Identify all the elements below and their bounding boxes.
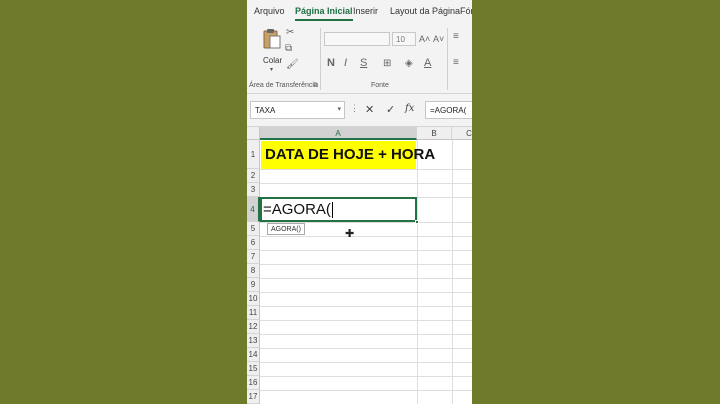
chevron-down-icon: ▾ (270, 67, 274, 73)
select-all-corner[interactable] (247, 127, 260, 140)
borders-icon[interactable]: ⊞ (383, 59, 391, 69)
row-header[interactable]: 12 (247, 320, 260, 334)
tab-arquivo[interactable]: Arquivo (254, 6, 285, 16)
font-family-box[interactable] (324, 32, 390, 46)
align-left-icon[interactable]: ≡ (453, 58, 459, 68)
paste-button[interactable]: Colar ▾ (259, 28, 285, 73)
formula-bar: TAXA ▾ ⋮ ✕ ✓ fx =AGORA( (247, 94, 472, 127)
enter-button[interactable]: ✓ (386, 103, 395, 116)
row-header[interactable]: 3 (247, 183, 260, 197)
insert-function-button[interactable]: fx (405, 103, 414, 114)
gridline (260, 348, 472, 349)
row-header[interactable]: 15 (247, 362, 260, 376)
row-header[interactable]: 17 (247, 390, 260, 404)
gridline (260, 376, 472, 377)
column-header-a[interactable]: A (260, 127, 417, 140)
row-header[interactable]: 7 (247, 250, 260, 264)
gridline (260, 278, 472, 279)
gridline (260, 169, 472, 170)
tab-formulas[interactable]: Fór (460, 6, 472, 16)
gridline (260, 320, 472, 321)
excel-window: Arquivo Página Inicial Inserir Layout da… (247, 0, 472, 404)
gridline (260, 390, 472, 391)
ribbon-separator (447, 28, 448, 90)
ribbon-separator (320, 28, 321, 90)
ribbon: Colar ▾ ✂ ⧉ 🖌 Área de Transferência ⧉ 10… (247, 24, 472, 94)
gridline (417, 140, 418, 404)
column-header-c[interactable]: C (452, 127, 472, 140)
font-group-label: Fonte (371, 82, 389, 89)
gridline (260, 236, 472, 237)
formula-input[interactable]: =AGORA( (425, 101, 472, 119)
gridline (260, 264, 472, 265)
fill-handle[interactable] (415, 220, 419, 224)
row-header[interactable]: 16 (247, 376, 260, 390)
row-header[interactable]: 13 (247, 334, 260, 348)
chevron-down-icon[interactable]: ▾ (337, 105, 341, 113)
row-header[interactable]: 9 (247, 278, 260, 292)
tab-layout-da-pagina[interactable]: Layout da Página (390, 6, 460, 16)
gridline (452, 140, 453, 404)
row-header[interactable]: 11 (247, 306, 260, 320)
clipboard-dialog-launcher-icon[interactable]: ⧉ (313, 82, 318, 90)
increase-font-icon[interactable]: A˄ (419, 34, 430, 44)
underline-icon[interactable]: S (360, 58, 367, 69)
gridline (260, 362, 472, 363)
row-header[interactable]: 6 (247, 236, 260, 250)
gridline (260, 334, 472, 335)
cell-a4-editing[interactable]: =AGORA( (260, 197, 417, 222)
tab-inserir[interactable]: Inserir (353, 6, 378, 16)
row-header[interactable]: 2 (247, 169, 260, 183)
row-header[interactable]: 14 (247, 348, 260, 362)
clipboard-group-label: Área de Transferência (249, 82, 318, 89)
name-box-value: TAXA (255, 106, 276, 115)
decrease-font-icon[interactable]: A˅ (433, 34, 444, 44)
function-autocomplete-tooltip[interactable]: AGORA() (267, 223, 305, 235)
cut-icon[interactable]: ✂ (286, 28, 294, 38)
bold-icon[interactable]: N (327, 58, 335, 69)
row-header[interactable]: 1 (247, 140, 260, 169)
cell-a4-formula: =AGORA( (263, 201, 331, 218)
cancel-button[interactable]: ✕ (365, 103, 374, 116)
ribbon-tabs: Arquivo Página Inicial Inserir Layout da… (247, 0, 472, 24)
crosshair-cursor-icon: ✚ (345, 228, 355, 240)
align-top-icon[interactable]: ≡ (453, 32, 459, 42)
name-box[interactable]: TAXA ▾ (250, 101, 345, 119)
gridline (260, 306, 472, 307)
spreadsheet-grid: A B C 1 2 3 4 5 6 7 8 9 10 11 12 13 14 1… (247, 127, 472, 404)
text-cursor (331, 202, 333, 219)
font-size-box[interactable]: 10 (392, 32, 416, 46)
tab-pagina-inicial[interactable]: Página Inicial (295, 6, 353, 21)
gridline (260, 250, 472, 251)
italic-icon[interactable]: I (344, 58, 347, 69)
more-options-icon[interactable]: ⋮ (350, 103, 359, 114)
cell-a1-title[interactable]: DATA DE HOJE + HORA (261, 141, 435, 169)
column-header-b[interactable]: B (417, 127, 452, 140)
row-header[interactable]: 8 (247, 264, 260, 278)
row-header[interactable]: 4 (247, 197, 260, 222)
paste-label: Colar (263, 56, 283, 65)
font-color-icon[interactable]: A (424, 58, 431, 69)
clipboard-icon (263, 29, 281, 49)
gridline (260, 183, 472, 184)
gridline (260, 292, 472, 293)
row-header[interactable]: 10 (247, 292, 260, 306)
row-header[interactable]: 5 (247, 222, 260, 236)
copy-icon[interactable]: ⧉ (285, 44, 292, 54)
fill-color-icon[interactable]: ◈ (405, 59, 413, 69)
format-painter-icon[interactable]: 🖌 (286, 60, 299, 70)
